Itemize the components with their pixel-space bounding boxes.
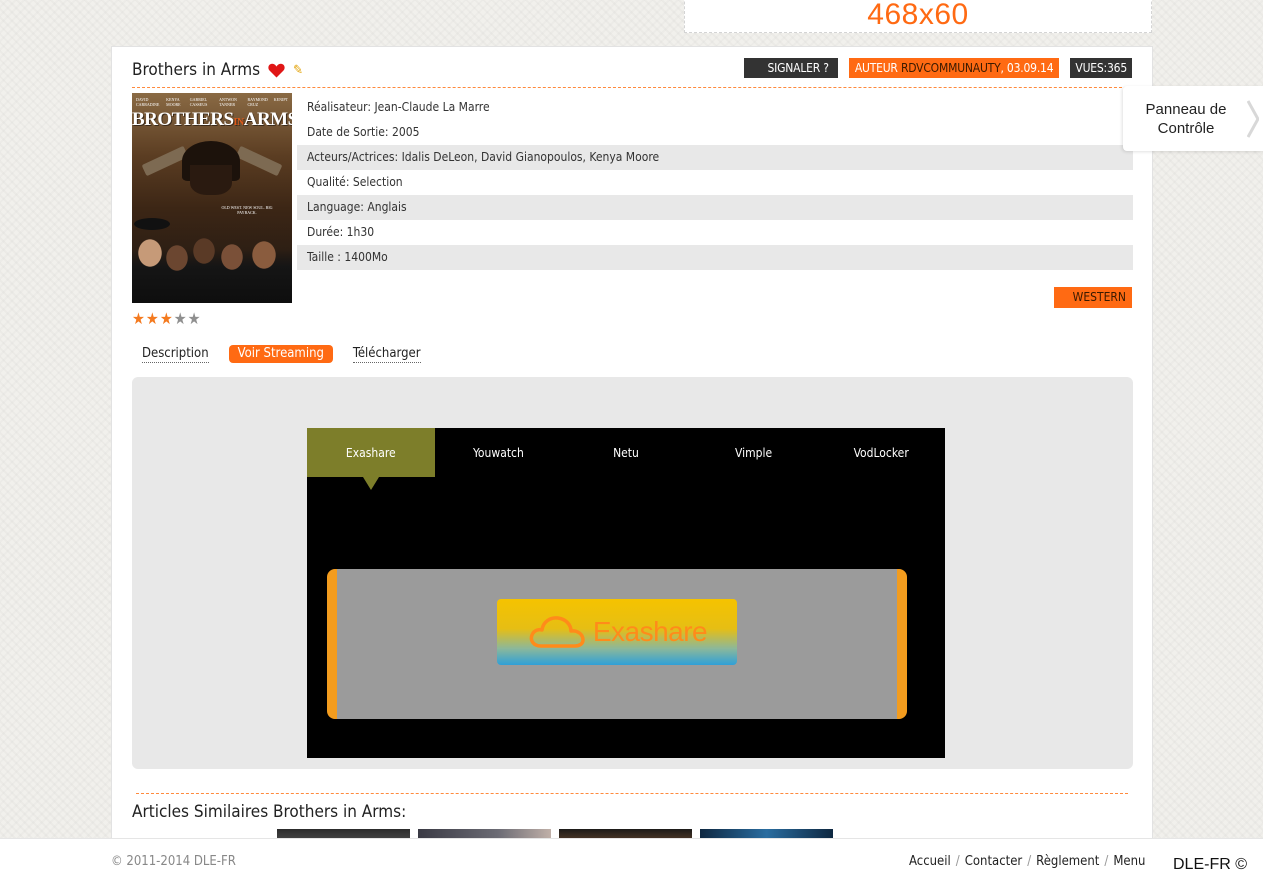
info-actors: Acteurs/Actrices: Idalis DeLeon, David G… [297,145,1133,170]
author-link[interactable]: RDVCOMMUNAUTY [901,61,1001,75]
chevron-right-icon [1247,100,1259,138]
host-tab-vodlocker[interactable]: VodLocker [817,428,945,477]
poster-cast-name: KENYA MOORE [166,97,181,107]
article-header: Brothers in Arms ✎ [132,60,303,80]
footer-link-reglement[interactable]: Règlement [1036,854,1099,869]
poster-cast-name: ANTWON TANNER [219,97,237,107]
ad-banner-label: 468x60 [867,0,969,31]
favorite-heart-icon[interactable] [268,63,285,78]
video-player: Exashare Youwatch Netu Vimple VodLocker … [307,428,945,758]
host-tab-youwatch[interactable]: Youwatch [435,428,563,477]
similar-divider [136,793,1128,794]
tab-description[interactable]: Description [142,346,209,363]
poster-cast-name: KENIPT [273,97,288,102]
host-tab-netu[interactable]: Netu [562,428,690,477]
article-meta: SIGNALER ? AUTEUR RDVCOMMUNAUTY, 03.09.1… [744,58,1132,78]
publish-date: , 03.09.14 [1000,61,1054,75]
views-count: VUES:365 [1070,58,1132,78]
info-quality: Qualité: Selection [307,175,403,189]
control-panel-toggle[interactable]: Panneau de Contrôle [1123,86,1263,151]
poster-title-word: ARMS [243,109,292,130]
movie-poster[interactable]: DAVID CARRADINE KENYA MOORE GABRIEL CASS… [132,93,292,303]
host-tab-vimple[interactable]: Vimple [690,428,818,477]
star-rating[interactable]: ★ ★ ★ ★ ★ [132,311,201,327]
poster-title-word: IN [233,117,245,128]
footer-separator: / [1104,854,1109,869]
poster-face [190,165,232,195]
star-filled-icon[interactable]: ★ [146,311,159,327]
info-duration: Durée: 1h30 [307,225,375,239]
poster-gun-right [235,145,283,177]
poster-cast-name: RAYMOND CRUZ [247,97,268,107]
movie-info: Réalisateur: Jean-Claude La Marre Date d… [297,95,1133,270]
host-tabs: Exashare Youwatch Netu Vimple VodLocker [307,428,945,490]
info-size: Taille : 1400Mo [297,245,1133,270]
footer-link-accueil[interactable]: Accueil [909,854,951,869]
genre-tag[interactable]: WESTERN [1054,287,1132,308]
star-empty-icon[interactable]: ★ [174,311,187,327]
poster-cowboy-hat [134,218,170,230]
info-director: Réalisateur: Jean-Claude La Marre [307,100,490,114]
author-badge: AUTEUR RDVCOMMUNAUTY, 03.09.14 [848,58,1060,78]
article-title: Brothers in Arms [132,60,261,80]
report-button[interactable]: SIGNALER ? [744,58,838,78]
star-filled-icon[interactable]: ★ [132,311,145,327]
poster-cast-name: GABRIEL CASSEUS [189,97,208,107]
content-tabs: Description Voir Streaming Télécharger [142,345,421,363]
similar-articles-title: Articles Similaires Brothers in Arms: [132,802,407,822]
poster-title: BROTHERSINARMS [132,109,292,131]
site-footer: © 2011-2014 DLE-FR Accueil / Contacter /… [0,838,1263,884]
poster-cast: DAVID CARRADINE KENYA MOORE GABRIEL CASS… [136,97,288,107]
footer-separator: / [955,854,960,869]
edit-pencil-icon[interactable]: ✎ [293,63,303,78]
poster-title-word: BROTHERS [132,109,234,130]
exashare-logo-text: Exashare [592,616,708,647]
star-empty-icon[interactable]: ★ [188,311,201,327]
article-box: Brothers in Arms ✎ SIGNALER ? AUTEUR RDV… [111,46,1153,847]
info-release-date: Date de Sortie: 2005 [307,125,420,139]
header-divider [132,87,1132,88]
tab-telecharger[interactable]: Télécharger [352,346,421,363]
exashare-play-button[interactable]: Exashare [497,599,737,665]
info-language: Language: Anglais [297,195,1133,220]
host-tab-exashare[interactable]: Exashare [307,428,435,490]
footer-nav: Accueil / Contacter / Règlement / Menu [909,854,1145,869]
cloud-icon [529,616,585,648]
streaming-panel: Exashare Youwatch Netu Vimple VodLocker … [132,377,1133,769]
brand-mark: DLE-FR © [1173,856,1248,873]
footer-link-contacter[interactable]: Contacter [965,854,1023,869]
tab-voir-streaming[interactable]: Voir Streaming [228,345,333,363]
footer-separator: / [1027,854,1032,869]
control-panel-label: Panneau de Contrôle [1145,101,1227,137]
footer-link-menu[interactable]: Menu [1113,854,1145,869]
ad-banner[interactable]: 468x60 [684,0,1152,33]
poster-cast-name: DAVID CARRADINE [136,97,160,107]
star-filled-icon[interactable]: ★ [160,311,173,327]
copyright-text: © 2011-2014 DLE-FR [111,854,236,869]
video-embed[interactable]: Exashare [327,569,907,719]
author-prefix: AUTEUR [854,61,901,75]
